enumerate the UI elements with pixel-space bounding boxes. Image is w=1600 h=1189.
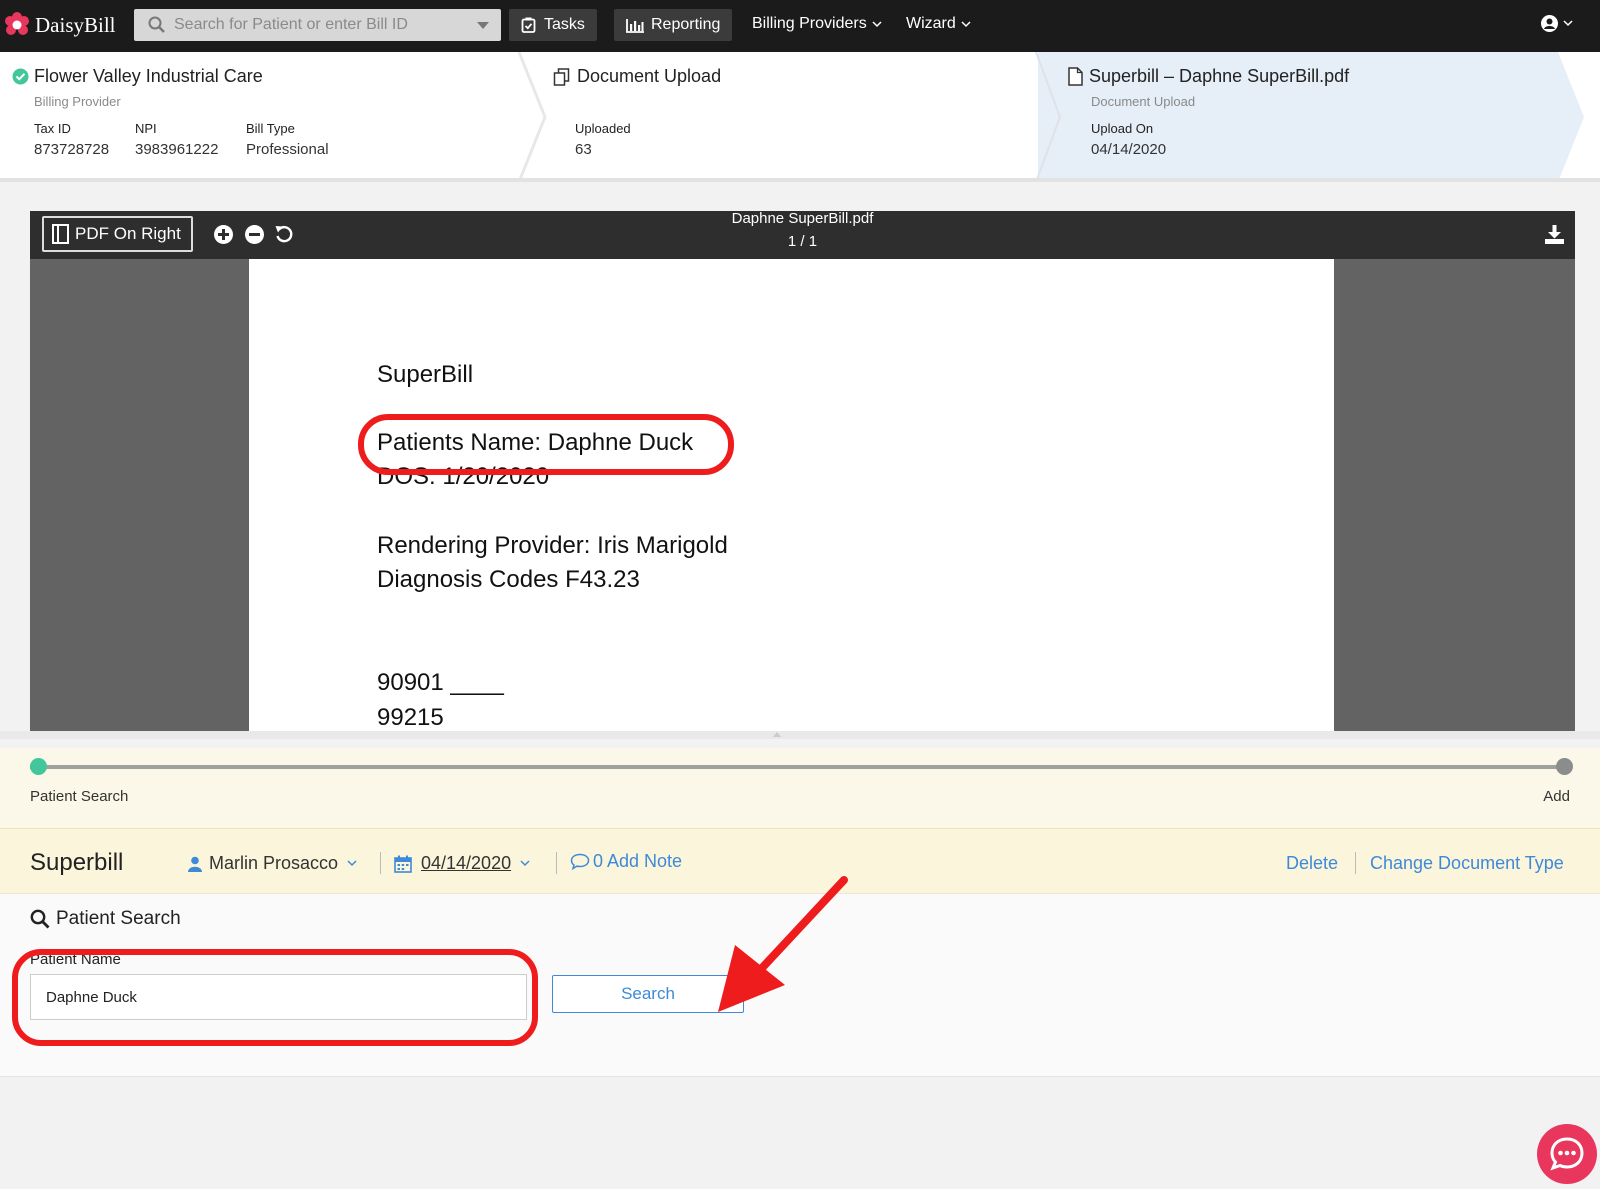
search-input[interactable]	[174, 13, 464, 37]
billing-providers-label: Billing Providers	[752, 15, 867, 32]
tasks-label: Tasks	[544, 16, 585, 33]
pdf-toolbar: PDF On Right Daphne SuperBill.pdf 1 / 1	[30, 211, 1575, 259]
pdf-line-provider: Rendering Provider: Iris Marigold	[377, 532, 728, 559]
account-menu[interactable]	[1540, 14, 1573, 33]
app-name: DaisyBill	[35, 12, 116, 37]
user-icon	[188, 856, 202, 872]
global-search[interactable]	[134, 9, 501, 41]
patient-search-title: Patient Search	[56, 908, 181, 929]
reporting-button[interactable]: Reporting	[614, 9, 733, 41]
chevron-down-icon	[347, 860, 357, 867]
top-navbar: DaisyBill Tasks Reporting Billing Provid…	[0, 0, 1600, 52]
bill-type-label: Bill Type	[246, 121, 295, 136]
comment-icon	[570, 853, 590, 870]
workflow-progress: Patient Search Add	[0, 748, 1600, 828]
uploaded-value: 63	[575, 141, 592, 158]
tasks-button[interactable]: Tasks	[509, 9, 597, 41]
provider-subtitle: Billing Provider	[34, 94, 121, 109]
wizard-menu[interactable]: Wizard	[906, 15, 971, 33]
breadcrumb-header: Flower Valley Industrial Care Billing Pr…	[0, 52, 1600, 182]
separator	[1355, 852, 1356, 874]
chat-support-button[interactable]	[1537, 1124, 1597, 1184]
patient-name-input[interactable]	[30, 974, 527, 1020]
patient-search-heading: Patient Search	[30, 908, 181, 930]
patient-search-section: Patient Search Patient Name Search	[0, 894, 1600, 1077]
chevron-down-icon	[520, 860, 530, 867]
bill-date: 04/14/2020	[421, 853, 512, 873]
assignee-dropdown[interactable]: Marlin Prosacco	[188, 853, 357, 874]
separator	[380, 852, 381, 874]
pdf-line-code-2: 99215	[377, 704, 444, 731]
chevron-down-icon	[1563, 20, 1573, 27]
pdf-viewer: PDF On Right Daphne SuperBill.pdf 1 / 1 …	[30, 211, 1575, 731]
search-button[interactable]: Search	[552, 975, 744, 1013]
resize-divider[interactable]	[0, 731, 1600, 739]
pdf-line-title: SuperBill	[377, 361, 474, 388]
add-note-link[interactable]: 0 Add Note	[570, 851, 682, 872]
document-subtitle: Document Upload	[1091, 94, 1196, 109]
provider-name: Flower Valley Industrial Care	[34, 66, 263, 86]
step-dot-patient-search[interactable]	[30, 758, 47, 775]
breadcrumb-superbill-document[interactable]: Superbill – Daphne SuperBill.pdf	[1068, 66, 1349, 87]
daisybill-logo[interactable]: DaisyBill	[4, 12, 116, 38]
patient-name-label: Patient Name	[30, 951, 121, 968]
pdf-page-indicator: 1 / 1	[787, 233, 818, 250]
pdf-line-code-1: 90901 ____	[377, 669, 504, 696]
superbill-title: Superbill	[30, 849, 124, 876]
upload-title: Document Upload	[577, 66, 722, 86]
breadcrumb-provider[interactable]: Flower Valley Industrial Care	[12, 66, 263, 87]
add-note-label: 0 Add Note	[593, 851, 683, 871]
document-title: Superbill – Daphne SuperBill.pdf	[1089, 66, 1350, 86]
upload-on-label: Upload On	[1091, 121, 1154, 136]
date-picker[interactable]: 04/14/2020	[394, 853, 530, 874]
assignee-name: Marlin Prosacco	[209, 853, 339, 873]
superbill-header-bar: Superbill Marlin Prosacco 04/14/2020 0 A…	[0, 828, 1600, 894]
calendar-icon	[394, 855, 412, 873]
npi-label: NPI	[135, 121, 157, 136]
pdf-page: SuperBill Patients Name: Daphne Duck DOS…	[249, 259, 1334, 731]
npi-value: 3983961222	[135, 141, 219, 158]
chat-bubble-icon	[1550, 1137, 1584, 1171]
progress-track	[30, 765, 1570, 769]
upload-on-value: 04/14/2020	[1091, 141, 1167, 158]
pdf-line-dos: DOS: 1/20/2020	[377, 463, 550, 490]
document-icon	[1068, 67, 1083, 86]
pdf-filename: Daphne SuperBill.pdf	[731, 211, 874, 227]
search-icon	[148, 16, 165, 33]
tax-id-value: 873728728	[34, 141, 110, 158]
chevron-down-icon	[872, 20, 882, 27]
user-circle-icon	[1541, 15, 1558, 32]
pdf-line-patient-name: Patients Name: Daphne Duck	[377, 429, 694, 456]
check-circle-icon	[12, 68, 29, 85]
copy-documents-icon	[553, 67, 570, 86]
uploaded-label: Uploaded	[575, 121, 631, 136]
step-dot-add[interactable]	[1556, 758, 1573, 775]
search-icon	[30, 909, 50, 929]
reporting-label: Reporting	[651, 16, 721, 33]
step-label-patient-search: Patient Search	[30, 788, 129, 805]
wizard-label: Wizard	[906, 15, 956, 32]
change-document-type-link[interactable]: Change Document Type	[1370, 853, 1564, 874]
bar-chart-icon	[626, 18, 644, 33]
separator	[556, 852, 557, 874]
download-icon[interactable]	[1544, 225, 1565, 245]
breadcrumb-document-upload[interactable]: Document Upload	[553, 66, 721, 87]
bill-type-value: Professional	[246, 141, 329, 158]
clipboard-check-icon	[521, 17, 536, 33]
chevron-down-icon	[961, 20, 971, 27]
search-dropdown-caret-icon[interactable]	[477, 22, 489, 29]
billing-providers-menu[interactable]: Billing Providers	[752, 15, 882, 33]
step-label-add: Add	[1543, 788, 1570, 805]
daisy-icon	[5, 12, 29, 35]
delete-link[interactable]: Delete	[1286, 853, 1338, 874]
pdf-line-diagnosis: Diagnosis Codes F43.23	[377, 566, 640, 593]
tax-id-label: Tax ID	[34, 121, 71, 136]
